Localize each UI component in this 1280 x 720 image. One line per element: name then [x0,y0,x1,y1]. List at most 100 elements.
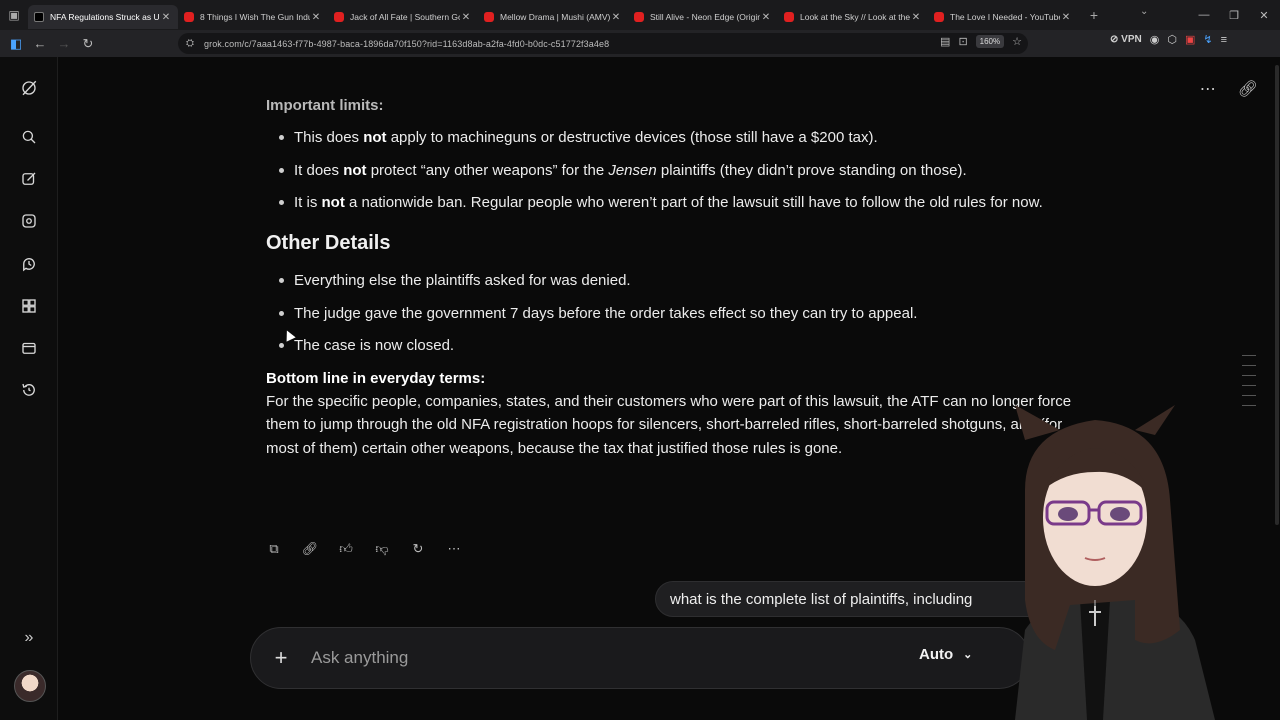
mode-label: Auto [919,646,954,663]
close-tab-icon[interactable]: ✕ [1060,12,1072,23]
more-options-icon[interactable]: ⋯ [1200,79,1216,99]
new-chat-icon[interactable] [14,164,44,194]
conversation-minimap[interactable] [1242,355,1256,406]
maximize-button[interactable]: ❐ [1218,0,1250,30]
close-tab-icon[interactable]: ✕ [310,12,322,23]
bottom-line-text: For the specific people, companies, stat… [266,392,1072,457]
text-span: This does [294,129,364,146]
browser-tab[interactable]: The Love I Needed - YouTube ✕ [928,5,1078,29]
tab-title: Mellow Drama | Mushi (AMV) ( [500,12,610,22]
thumbs-up-icon[interactable]: 👍︎ [338,541,354,557]
projects-icon[interactable] [14,291,44,321]
menu-icon[interactable]: ≡ [1221,34,1227,46]
folder-icon[interactable] [14,333,44,363]
vpn-badge[interactable]: ⊘ VPN [1110,34,1142,45]
browser-tab[interactable]: Mellow Drama | Mushi (AMV) (✕ [478,5,628,29]
list-item: It is not a nationwide ban. Regular peop… [279,191,1086,214]
sidebar-toggle-icon[interactable]: ◧ [4,32,28,56]
assistant-message: Important limits: This does not apply to… [266,97,1086,460]
regenerate-icon[interactable]: ↻ [410,541,426,557]
browser-tab[interactable]: Still Alive - Neon Edge (Origina ✕ [628,5,778,29]
extensions-icon[interactable]: ⬡ [1167,33,1177,46]
close-tab-icon[interactable]: ✕ [760,12,772,23]
tab-search-chevron-icon[interactable]: ⌄ [1140,6,1148,17]
bookmark-star-icon[interactable]: ☆ [1012,35,1022,48]
youtube-icon [784,12,794,22]
grok-logo-icon[interactable] [14,73,44,103]
tab-title: 8 Things I Wish The Gun Indust [200,12,310,22]
reload-button[interactable]: ↻ [76,32,100,56]
tab-title: NFA Regulations Struck as Unco [50,12,160,22]
youtube-icon [334,12,344,22]
list-item: It does not protect “any other weapons” … [279,159,1086,182]
reader-mode-icon[interactable]: ▤ [940,35,950,48]
details-list: Everything else the plaintiffs asked for… [279,269,1086,357]
tab-title: Jack of All Fate | Southern Goth [350,12,460,22]
text-span: It is [294,194,322,211]
close-tab-icon[interactable]: ✕ [610,12,622,23]
italic-text: Jensen [608,161,657,179]
tab-menu-icon[interactable]: ▣ [0,0,28,30]
scroll-thumb[interactable] [1275,65,1279,525]
vpn-label: VPN [1121,34,1142,45]
chevron-down-icon: ⌄ [963,649,973,661]
composer: + Auto ⌄ [250,627,1030,689]
url-text[interactable]: grok.com/c/7aaa1463-f77b-4987-baca-1896d… [204,39,609,49]
scrollbar[interactable] [1272,57,1280,720]
more-icon[interactable]: ⋯ [446,541,462,557]
browser-tab[interactable]: NFA Regulations Struck as Unco✕ [28,5,178,29]
close-tab-icon[interactable]: ✕ [460,12,472,23]
imagine-icon[interactable] [14,249,44,279]
expand-sidebar-icon[interactable]: » [14,623,44,653]
back-button[interactable]: ← [28,32,52,56]
bold-text: not [343,161,367,179]
tab-title: The Love I Needed - YouTube [950,12,1060,22]
browser-tab[interactable]: Look at the Sky // Look at the S ✕ [778,5,928,29]
avatar[interactable] [14,670,46,702]
tab-title: Look at the Sky // Look at the S [800,12,910,22]
share-link-icon[interactable]: 🔗︎ [1238,79,1258,99]
close-tab-icon[interactable]: ✕ [910,12,922,23]
tab-strip: ▣ NFA Regulations Struck as Unco✕8 Thing… [0,0,1280,30]
address-row: ◧ ← → ↻ ⛭ grok.com/c/7aaa1463-f77b-4987-… [0,30,1280,57]
copy-icon[interactable]: ⧉ [266,541,282,557]
new-tab-button[interactable]: + [1082,3,1106,27]
youtube-icon [184,12,194,22]
close-tab-icon[interactable]: ✕ [160,12,172,23]
search-icon[interactable] [14,122,44,152]
youtube-icon [484,12,494,22]
zoom-badge[interactable]: 160% [975,35,1005,48]
bottom-line-title: Bottom line in everyday terms: [266,369,486,387]
extension-arrow-icon[interactable]: ↯ [1203,33,1212,46]
list-item: The judge gave the government 7 days bef… [279,302,1086,325]
list-item: This does not apply to machineguns or de… [279,126,1086,149]
bold-text: not [321,194,345,211]
browser-tab[interactable]: Jack of All Fate | Southern Goth ✕ [328,5,478,29]
bold-text: not [363,129,387,146]
model-mode-select[interactable]: Auto ⌄ [919,646,972,663]
address-bar[interactable]: ⛭ grok.com/c/7aaa1463-f77b-4987-baca-189… [178,33,1028,54]
close-window-button[interactable]: ✕ [1248,0,1280,30]
list-item: Everything else the plaintiffs asked for… [279,269,1086,292]
account-icon[interactable]: ◉ [1150,33,1160,46]
youtube-icon [634,12,644,22]
attach-plus-icon[interactable]: + [251,645,311,671]
forward-button[interactable]: → [52,32,76,56]
text-span: a nationwide ban. Regular people who wer… [344,194,1043,211]
message-actions: ⧉ 🔗︎ 👍︎ 👎︎ ↻ ⋯ [266,541,462,557]
extension-badge-icon[interactable]: ▣ [1185,33,1195,46]
browser-tab[interactable]: 8 Things I Wish The Gun Indust ✕ [178,5,328,29]
voice-icon[interactable] [14,206,44,236]
app-sidebar: » [0,57,58,720]
prompt-input[interactable] [311,648,871,668]
list-item: The case is now closed. [279,334,1086,357]
section-heading: Other Details [266,232,391,254]
history-icon[interactable] [14,375,44,405]
thumbs-down-icon[interactable]: 👎︎ [374,541,390,557]
site-info-icon[interactable]: ⛭ [186,38,194,49]
limits-heading: Important limits: [266,97,384,114]
screenshot-icon[interactable]: ⊡ [958,35,967,48]
vtuber-avatar-overlay [1015,405,1215,720]
minimize-button[interactable]: — [1188,0,1220,30]
link-icon[interactable]: 🔗︎ [302,541,319,557]
